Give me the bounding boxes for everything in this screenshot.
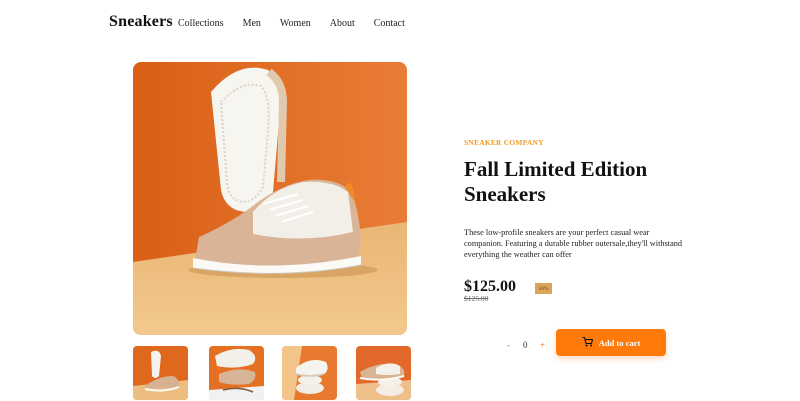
original-price: $125.00 (464, 294, 489, 303)
thumbnail-2[interactable] (209, 346, 264, 400)
brand-logo[interactable]: Sneakers (109, 13, 173, 31)
thumbnail-3[interactable] (282, 346, 337, 400)
quantity-increase-button[interactable]: + (540, 340, 545, 350)
quantity-decrease-button[interactable]: - (507, 340, 510, 350)
add-to-cart-button[interactable]: Add to cart (556, 329, 666, 356)
discount-badge: 50% (535, 283, 552, 294)
nav-about[interactable]: About (330, 18, 355, 29)
nav-contact[interactable]: Contact (374, 18, 405, 29)
product-main-image[interactable] (133, 62, 407, 335)
company-label: SNEAKER COMPANY (464, 138, 544, 147)
thumbnail-1[interactable] (133, 346, 188, 400)
add-to-cart-label: Add to cart (598, 337, 641, 348)
product-description: These low-profile sneakers are your perf… (464, 228, 683, 259)
thumbnail-4[interactable] (356, 346, 411, 400)
product-title: Fall Limited Edition Sneakers (464, 157, 648, 206)
nav-collections[interactable]: Collections (178, 18, 224, 29)
main-nav: Collections Men Women About Contact (178, 18, 424, 29)
nav-men[interactable]: Men (243, 18, 261, 29)
cart-icon (582, 335, 593, 350)
nav-women[interactable]: Women (280, 18, 311, 29)
quantity-value: 0 (523, 340, 528, 350)
